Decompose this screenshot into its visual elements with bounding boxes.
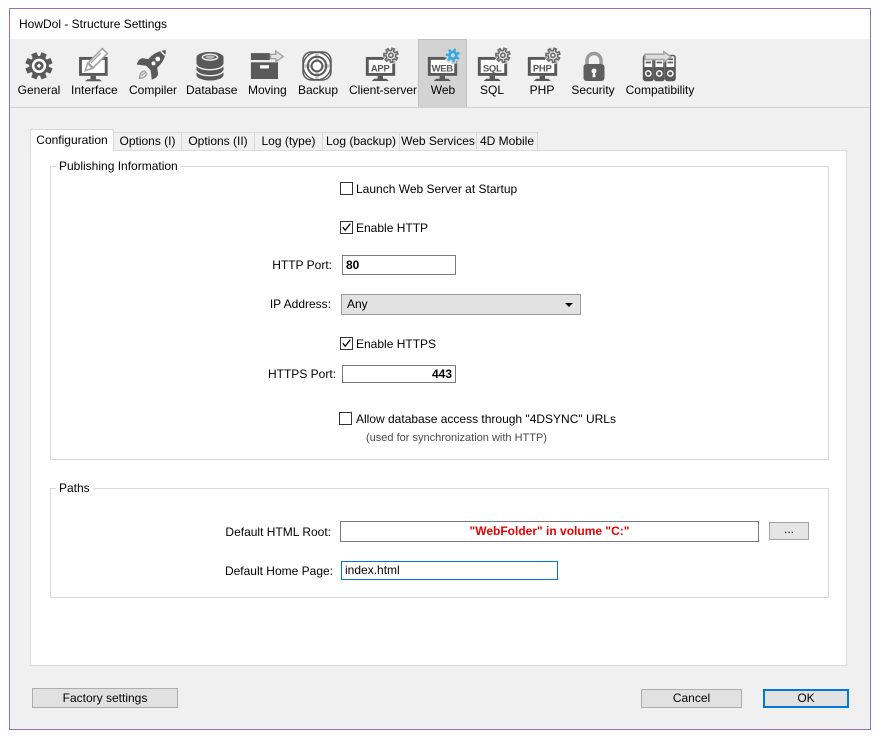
svg-text:WEB: WEB <box>432 64 454 75</box>
svg-text:APP: APP <box>371 64 391 75</box>
svg-text:PHP: PHP <box>533 64 553 75</box>
svg-text:SQL: SQL <box>483 64 502 75</box>
